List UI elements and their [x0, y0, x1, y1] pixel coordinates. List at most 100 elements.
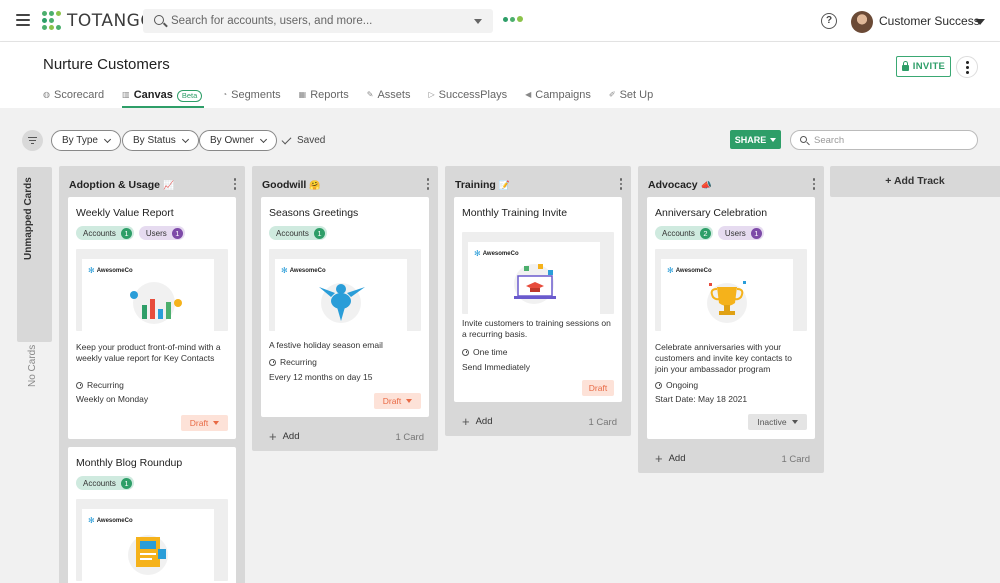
track-menu-icon[interactable] [812, 178, 815, 190]
track-title: Training 📝 [455, 179, 510, 191]
megaphone-icon: ◀ [525, 90, 532, 99]
document-illustration-icon [128, 535, 168, 575]
page-header: Nurture Customers INVITE ◍ Scorecard ▥ Can… [0, 42, 1000, 108]
chip-group: Accounts 1 [76, 476, 134, 490]
filter-icon[interactable] [22, 130, 43, 151]
chevron-down-icon [213, 421, 220, 425]
card-seasons-greetings[interactable]: Seasons Greetings Accounts 1 ✻AwesomeCo [261, 197, 429, 417]
card-monthly-blog-roundup[interactable]: Monthly Blog Roundup Accounts 1 ✻ AwesomeC… [68, 447, 236, 583]
chip-label: Accounts [276, 228, 309, 238]
filter-by-status[interactable]: By Status [122, 130, 199, 151]
track-goodwill: Goodwill 🤗 Seasons Greetings Accounts 1 ✻ A… [252, 166, 438, 451]
invite-button[interactable]: INVITE [896, 56, 951, 77]
chip-group: Accounts 2 Users 1 [655, 226, 764, 240]
filter-by-owner[interactable]: By Owner [199, 130, 277, 151]
search-icon [154, 15, 164, 25]
tab-scorecard[interactable]: ◍ Scorecard [43, 86, 104, 108]
canvas-icon: ▥ [122, 90, 130, 99]
apps-switcher-icon[interactable] [503, 16, 523, 22]
card-schedule: Recurring [269, 357, 317, 367]
tab-setup[interactable]: ✐ Set Up [609, 86, 653, 108]
chip-group: Accounts 1 Users 1 [76, 226, 185, 240]
chip-label: Users [724, 228, 746, 238]
status-badge: Draft [582, 380, 614, 396]
track-menu-icon[interactable] [619, 178, 622, 190]
global-search-input[interactable] [171, 12, 461, 30]
logo-dots-icon [42, 11, 62, 31]
help-icon[interactable]: ? [821, 13, 837, 29]
card-title: Anniversary Celebration [655, 207, 768, 219]
add-track-button[interactable]: + Add Track [830, 166, 1000, 197]
tab-label: Canvas [133, 89, 173, 101]
tab-label: Campaigns [535, 89, 591, 101]
invite-label: INVITE [912, 61, 946, 72]
accounts-chip: Accounts 1 [76, 226, 134, 240]
card-detail: Start Date: May 18 2021 [655, 394, 748, 404]
schedule-label: Ongoing [666, 380, 699, 390]
unmapped-cards-title: Unmapped Cards [23, 177, 34, 260]
chip-label: Accounts [83, 228, 116, 238]
card-monthly-training-invite[interactable]: Monthly Training Invite ✻ AwesomeCo Invi… [454, 197, 622, 402]
email-preview: ✻ AwesomeCo [661, 259, 793, 331]
status-dropdown[interactable]: Draft [181, 415, 228, 431]
accounts-chip: Accounts 1 [269, 226, 327, 240]
tab-successplays[interactable]: ▷ SuccessPlays [428, 86, 507, 108]
card-title: Monthly Blog Roundup [76, 457, 183, 469]
chip-label: Users [145, 228, 167, 238]
hamburger-menu-icon[interactable] [16, 14, 30, 26]
track-menu-icon[interactable] [233, 178, 236, 190]
tab-campaigns[interactable]: ◀ Campaigns [525, 86, 591, 108]
clock-icon [269, 358, 276, 366]
tab-segments[interactable]: ◔ Segments [222, 86, 280, 108]
share-button[interactable]: SHARE [730, 130, 781, 149]
tab-reports[interactable]: ▦ Reports [299, 86, 349, 108]
chevron-down-icon [770, 137, 777, 142]
track-training: Training 📝 Monthly Training Invite ✻ Aweso… [445, 166, 631, 436]
chevron-down-icon[interactable] [975, 19, 985, 25]
email-preview-thumbnail: ✻ AwesomeCo [269, 249, 421, 331]
tab-canvas[interactable]: ▥ Canvas Beta [122, 86, 205, 108]
users-chip: Users 1 [138, 226, 185, 240]
chip-label: Accounts [83, 478, 116, 488]
tab-label: Scorecard [53, 89, 105, 101]
track-menu-icon[interactable] [426, 178, 429, 190]
totango-logo[interactable]: TOTANGO [42, 11, 154, 31]
add-card-button[interactable]: + Add [269, 430, 300, 443]
chevron-down-icon [259, 135, 267, 143]
page-title: Nurture Customers [43, 56, 170, 73]
brand-name: TOTANGO [67, 11, 155, 31]
chevron-down-icon[interactable] [474, 19, 482, 24]
tab-label: Assets [377, 89, 411, 101]
accounts-chip: Accounts 2 [655, 226, 713, 240]
card-anniversary-celebration[interactable]: Anniversary Celebration Accounts 2 Users 1… [647, 197, 815, 439]
search-icon [800, 136, 807, 143]
email-preview: ✻ AwesomeCo [275, 259, 407, 331]
accounts-chip: Accounts 1 [76, 476, 134, 490]
track-advocacy: Advocacy 📣 Anniversary Celebration Accoun… [638, 166, 824, 473]
filter-by-type[interactable]: By Type [51, 130, 121, 151]
canvas-search-input[interactable] [814, 133, 964, 147]
status-dropdown[interactable]: Draft [374, 393, 421, 409]
email-preview: ✻ AwesomeCo [468, 242, 600, 314]
filter-label: By Type [62, 135, 98, 146]
megaphone-emoji-icon: 📣 [700, 180, 712, 190]
card-title: Seasons Greetings [269, 207, 359, 219]
top-nav: TOTANGO ? Customer Success [0, 0, 1000, 42]
add-card-button[interactable]: + Add [655, 452, 686, 465]
status-dropdown[interactable]: Inactive [748, 414, 807, 430]
tab-bar: ◍ Scorecard ▥ Canvas Beta ◔ Segments ▦ Report… [43, 86, 671, 108]
chip-group: Accounts 1 [269, 226, 327, 240]
canvas-search[interactable] [790, 130, 978, 150]
global-search[interactable] [143, 9, 493, 33]
add-card-button[interactable]: + Add [462, 415, 493, 428]
user-menu-label[interactable]: Customer Success [879, 14, 980, 28]
tab-assets[interactable]: ✎ Assets [367, 86, 411, 108]
more-options-icon[interactable] [956, 56, 978, 78]
clock-icon [462, 348, 469, 356]
avatar[interactable] [851, 11, 873, 33]
card-description: Keep your product front-of-mind with a w… [76, 342, 221, 363]
card-weekly-value-report[interactable]: Weekly Value Report Accounts 1 Users 1 ✻ Aw… [68, 197, 236, 439]
schedule-label: Recurring [87, 380, 124, 390]
chip-label: Accounts [662, 228, 695, 238]
unmapped-cards-panel[interactable]: Unmapped Cards No Cards [17, 167, 52, 387]
